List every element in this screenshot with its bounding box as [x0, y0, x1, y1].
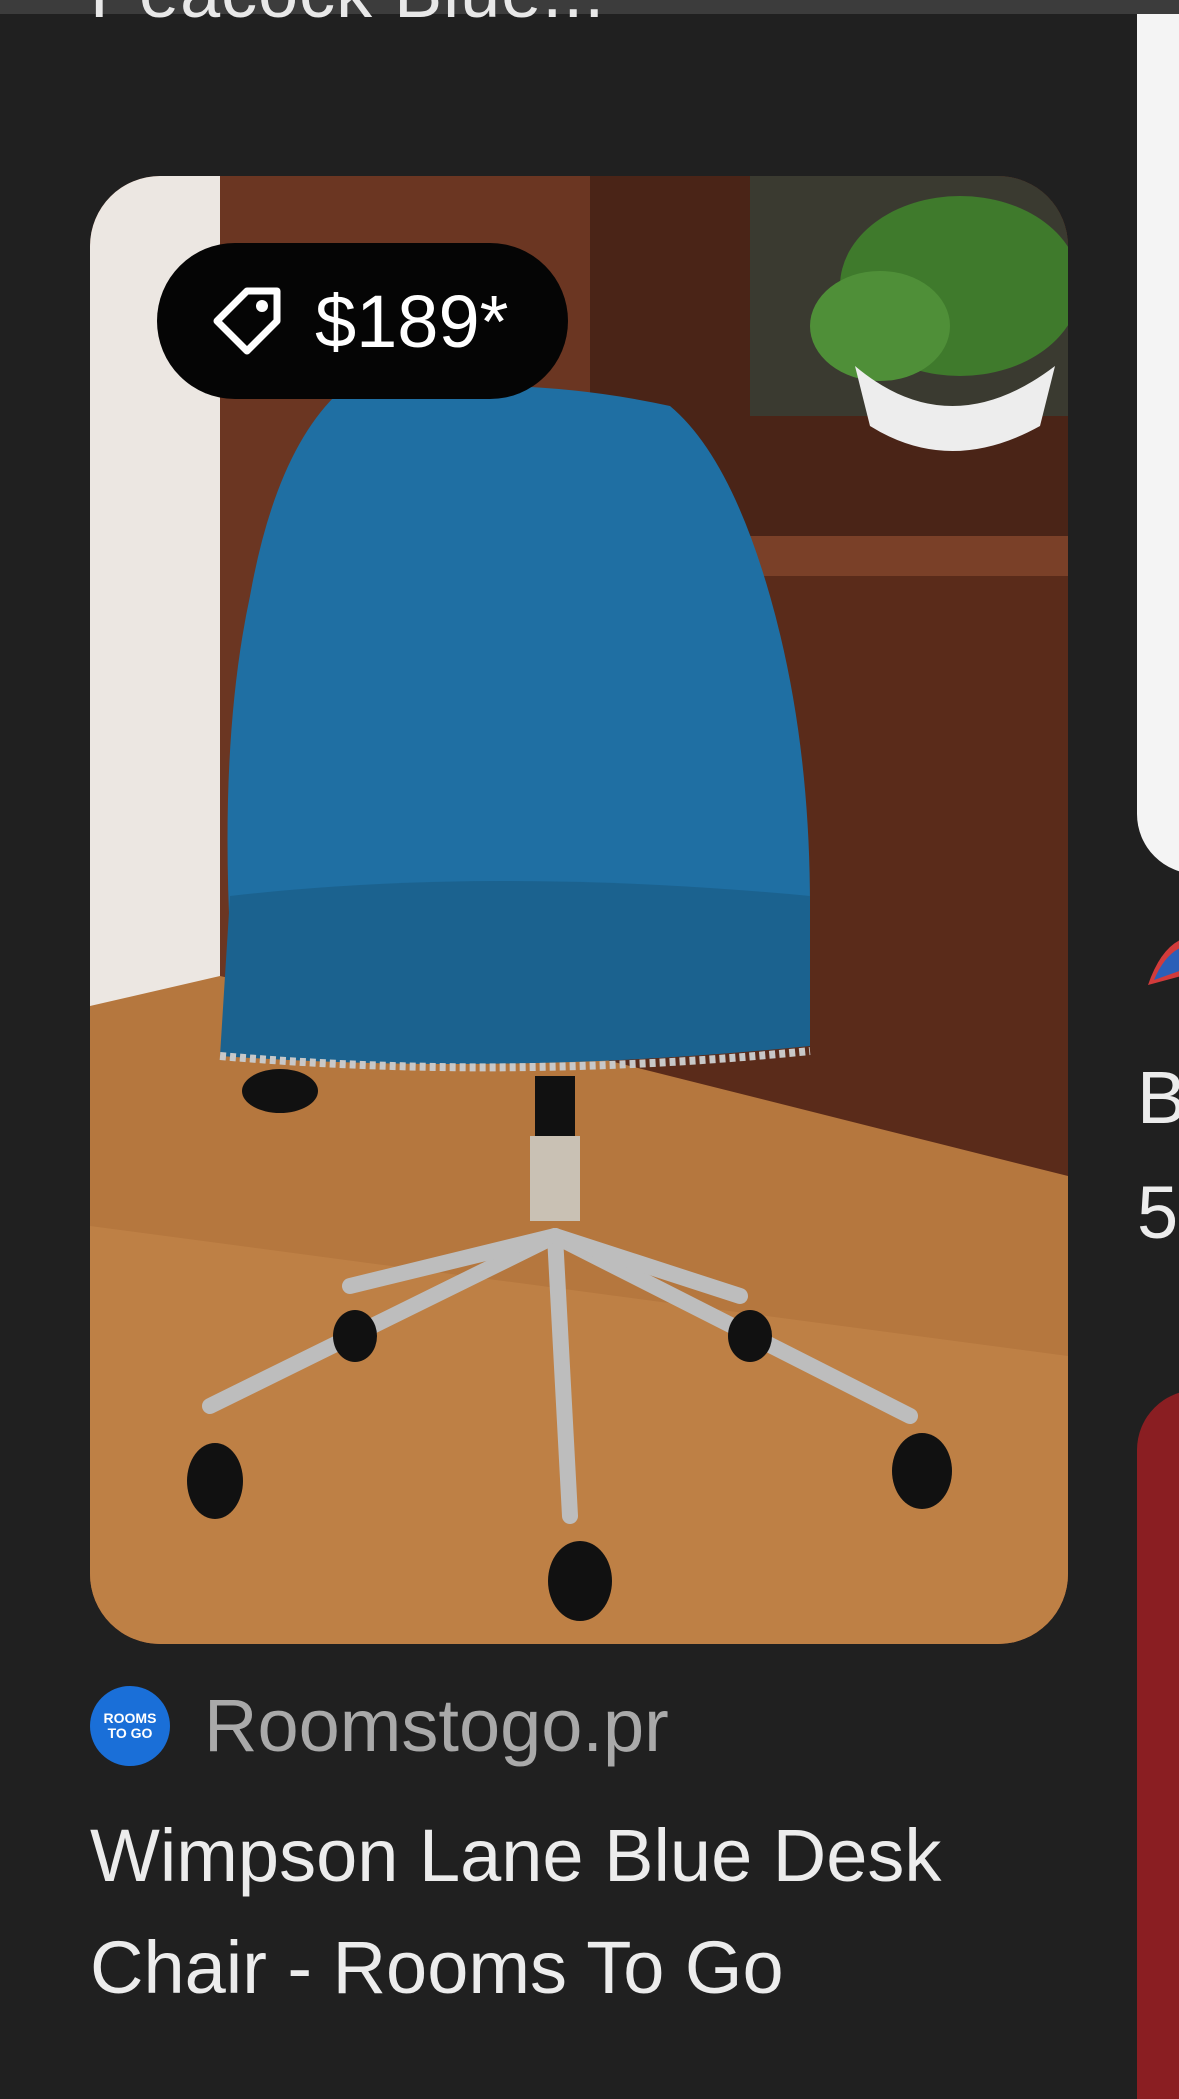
product-title[interactable]: Wimpson Lane Blue Desk Chair - Rooms To … — [90, 1800, 1090, 2024]
logo-text-bottom: TO GO — [107, 1724, 153, 1741]
next-card-thumbnail[interactable] — [1137, 1390, 1179, 2099]
roomstogo-logo: ROOMS TO GO — [90, 1685, 170, 1766]
source-row[interactable]: ROOMS TO GO Roomstogo.pr — [90, 1683, 669, 1768]
previous-card-title[interactable]: Peacock Blue... — [90, 0, 605, 34]
product-card[interactable]: $189* — [90, 176, 1068, 1644]
price-text: $189* — [315, 279, 509, 363]
next-card-title[interactable]: B — [1137, 1055, 1179, 1140]
next-card-subtitle: 5 — [1137, 1171, 1179, 1254]
next-card-image[interactable] — [1137, 14, 1179, 874]
flag-icon — [1148, 940, 1179, 985]
price-badge: $189* — [157, 243, 569, 399]
logo-text-top: ROOMS — [103, 1709, 157, 1726]
page: Peacock Blue... — [0, 0, 1179, 2099]
price-tag-icon — [213, 287, 281, 355]
source-name: Roomstogo.pr — [204, 1684, 669, 1767]
